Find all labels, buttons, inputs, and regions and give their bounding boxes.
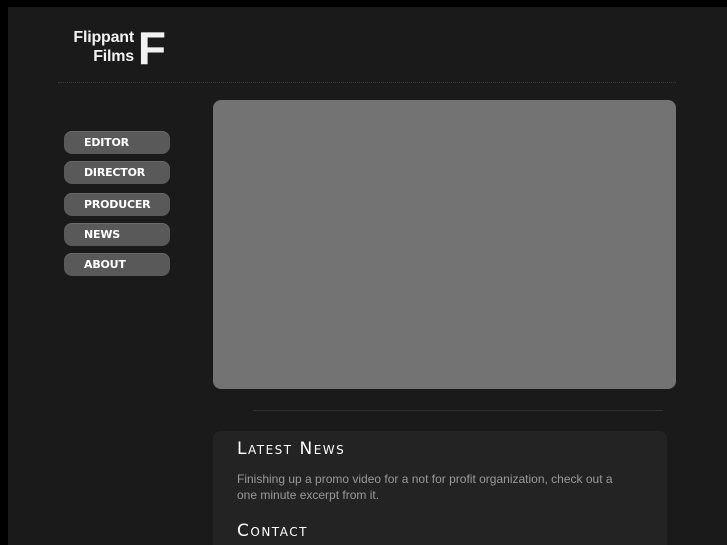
nav-item-label: EDITOR: [84, 136, 129, 149]
nav-item-editor[interactable]: EDITOR: [64, 131, 170, 154]
nav-item-label: DIRECTOR: [84, 166, 146, 179]
logo-line-1: Flippant: [73, 29, 134, 46]
nav-item-label: PRODUCER: [84, 198, 151, 211]
latest-news-heading: Latest News: [237, 439, 346, 459]
nav-item-label: NEWS: [84, 228, 120, 241]
nav-item-label: ABOUT: [84, 258, 126, 271]
news-panel: Latest News Finishing up a promo video f…: [213, 431, 667, 545]
nav-item-about[interactable]: ABOUT: [64, 253, 170, 276]
contact-heading: Contact: [237, 521, 308, 541]
logo-line-2: Films: [93, 48, 134, 65]
nav-item-producer[interactable]: PRODUCER: [64, 193, 170, 216]
video-player-placeholder[interactable]: [213, 100, 676, 389]
logo-wordmark: Flippant Films: [73, 28, 134, 66]
content-divider: [253, 410, 663, 411]
latest-news-text: Finishing up a promo video for a not for…: [237, 472, 613, 502]
header-divider: [58, 82, 676, 83]
logo[interactable]: Flippant Films F: [56, 22, 166, 74]
nav-item-news[interactable]: NEWS: [64, 223, 170, 246]
nav-item-director[interactable]: DIRECTOR: [64, 161, 170, 184]
logo-letter-mark: F: [137, 22, 166, 74]
page: Flippant Films F EDITOR DIRECTOR PRODUCE…: [8, 7, 727, 545]
